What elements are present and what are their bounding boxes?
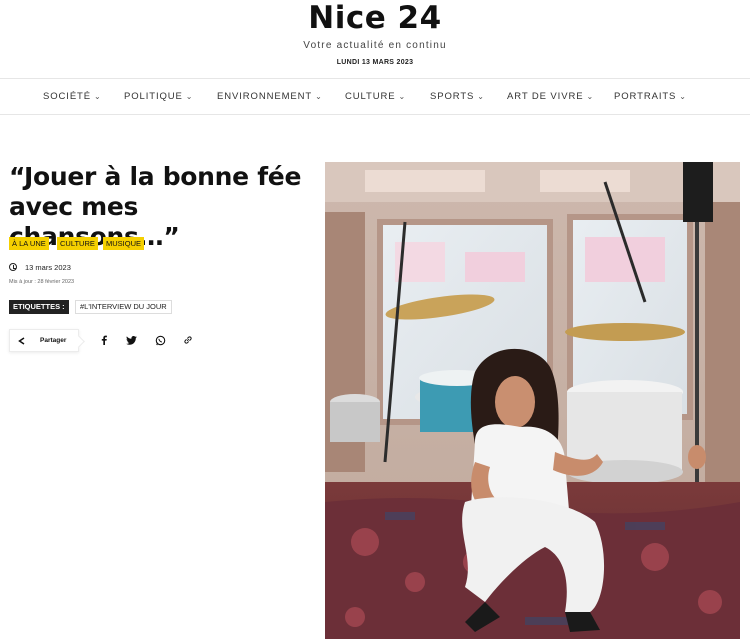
- nav-item-label: ENVIRONNEMENT: [217, 91, 313, 102]
- nav-item-label: CULTURE: [345, 91, 396, 102]
- facebook-icon[interactable]: [97, 333, 111, 347]
- nav-item-label: SOCIÉTÉ: [43, 91, 92, 102]
- category-badge-culture[interactable]: CULTURE: [57, 237, 98, 250]
- tags-label: ETIQUETTES :: [9, 300, 69, 314]
- nav-item-label: SPORTS: [430, 91, 475, 102]
- main-nav: SOCIÉTÉ ⌄ POLITIQUE ⌄ ENVIRONNEMENT ⌄ CULTU…: [0, 78, 750, 115]
- twitter-icon[interactable]: [124, 333, 138, 347]
- share-icon: [18, 337, 26, 345]
- current-date: LUNDI 13 MARS 2023: [336, 59, 414, 66]
- published-date: 13 mars 2023: [25, 263, 71, 272]
- chevron-down-icon: ⌄: [315, 92, 323, 101]
- category-badge-a-la-une[interactable]: À LA UNE: [9, 237, 49, 250]
- chevron-down-icon: ⌄: [398, 92, 407, 101]
- updated-date: Mis à jour : 28 février 2023: [9, 279, 75, 285]
- chevron-down-icon: ⌄: [477, 92, 485, 101]
- nav-item-label: POLITIQUE: [124, 91, 183, 102]
- nav-item-culture[interactable]: CULTURE ⌄: [345, 91, 406, 102]
- category-badge-musique[interactable]: MUSIQUE: [103, 237, 145, 250]
- nav-item-environnement[interactable]: ENVIRONNEMENT ⌄: [217, 91, 323, 102]
- nav-item-societe[interactable]: SOCIÉTÉ ⌄: [43, 91, 102, 102]
- site-header: Nice 24 Votre actualité en continu LUNDI…: [0, 0, 750, 78]
- nav-item-label: ART DE VIVRE: [507, 91, 584, 102]
- nav-item-politique[interactable]: POLITIQUE ⌄: [124, 91, 193, 102]
- clock-icon: [9, 263, 17, 271]
- article-title: “Jouer à la bonne fée avec mes chansons……: [9, 162, 302, 251]
- article-hero-image: [325, 162, 740, 639]
- whatsapp-icon[interactable]: [153, 333, 167, 347]
- site-logo[interactable]: Nice 24: [0, 0, 750, 36]
- chevron-down-icon: ⌄: [679, 92, 687, 101]
- nav-item-portraits[interactable]: PORTRAITS ⌄: [614, 91, 687, 102]
- chevron-down-icon: ⌄: [185, 92, 194, 101]
- nav-item-label: PORTRAITS: [614, 91, 677, 102]
- share-button[interactable]: Partager: [9, 329, 79, 352]
- chevron-down-icon: ⌄: [94, 92, 102, 101]
- nav-item-art-de-vivre[interactable]: ART DE VIVRE ⌄: [507, 91, 594, 102]
- tag-interview-du-jour[interactable]: #L'INTERVIEW DU JOUR: [75, 300, 172, 314]
- studio-photo-illustration: [325, 162, 740, 639]
- nav-item-sports[interactable]: SPORTS ⌄: [430, 91, 485, 102]
- share-label: Partager: [40, 337, 67, 344]
- copy-link-icon[interactable]: [181, 333, 195, 347]
- chevron-down-icon: ⌄: [586, 92, 595, 101]
- site-tagline: Votre actualité en continu: [303, 40, 447, 51]
